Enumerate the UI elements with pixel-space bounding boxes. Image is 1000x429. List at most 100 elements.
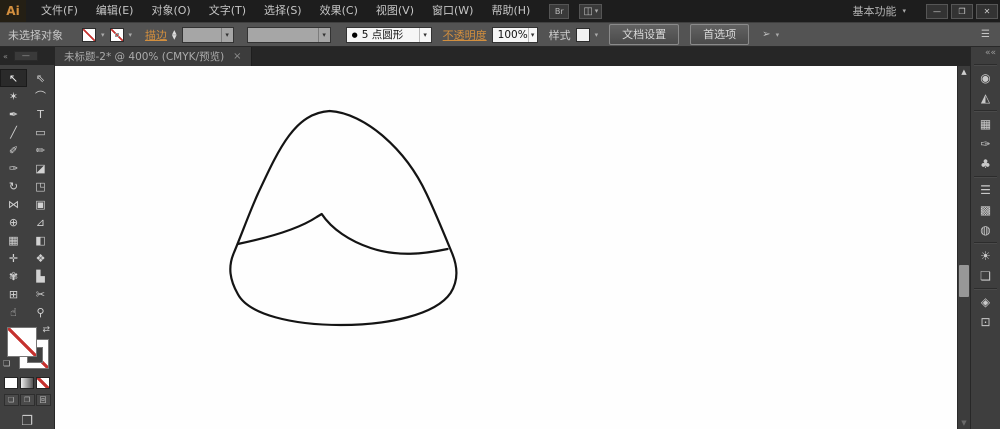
color-button[interactable] [4, 377, 18, 389]
menu-view[interactable]: 视图(V) [367, 0, 423, 22]
graphic-styles-panel-icon[interactable]: ❏ [971, 266, 1000, 286]
paintbrush-tool[interactable]: ✐ [0, 141, 27, 159]
menu-edit[interactable]: 编辑(E) [87, 0, 143, 22]
gradient-tool[interactable]: ◧ [27, 231, 54, 249]
fill-none-swatch[interactable] [82, 28, 96, 42]
hand-tool[interactable]: ☝ [0, 303, 27, 321]
brushes-panel-icon[interactable]: ✑ [971, 134, 1000, 154]
column-graph-tool[interactable]: ▙ [27, 267, 54, 285]
vertical-scrollbar[interactable]: ▲ ▼ [957, 66, 970, 429]
chevron-down-icon[interactable]: ▾ [101, 31, 105, 39]
gradient-panel-icon[interactable]: ▩ [971, 200, 1000, 220]
mesh-tool[interactable]: ▦ [0, 231, 27, 249]
stepper-down-icon[interactable]: ▼ [172, 35, 177, 40]
chevron-down-icon[interactable]: ▾ [595, 31, 599, 39]
draw-inside-mode[interactable]: 回 [36, 394, 51, 406]
menu-file[interactable]: 文件(F) [32, 0, 87, 22]
blend-tool[interactable]: ❖ [27, 249, 54, 267]
rotate-tool[interactable]: ↻ [0, 177, 27, 195]
chevron-down-icon[interactable]: ▾ [776, 31, 780, 39]
style-swatch[interactable] [576, 28, 590, 42]
blob-brush-tool[interactable]: ✑ [0, 159, 27, 177]
free-transform-tool[interactable]: ▣ [27, 195, 54, 213]
slice-tool[interactable]: ✂ [27, 285, 54, 303]
panel-dock: «« ◉◭ ▦✑♣ ☰▩◍ ☀❏ ◈⊡ [970, 47, 1000, 429]
document-tab[interactable]: 未标题-2* @ 400% (CMYK/预览) × [55, 47, 252, 66]
shape-builder-tool[interactable]: ⊕ [0, 213, 27, 231]
scrollbar-thumb[interactable] [959, 265, 969, 297]
close-button[interactable]: ✕ [976, 4, 998, 19]
restore-button[interactable]: ❐ [951, 4, 973, 19]
artboard-tool[interactable]: ⊞ [0, 285, 27, 303]
screen-mode-button[interactable]: ❐ [21, 414, 33, 429]
opacity-dropdown[interactable]: 100% ▾ [492, 27, 538, 43]
none-button[interactable] [36, 377, 50, 389]
width-tool-tool[interactable]: ⋈ [0, 195, 27, 213]
scroll-up-icon[interactable]: ▲ [958, 68, 970, 76]
scale-tool[interactable]: ◳ [27, 177, 54, 195]
stroke-weight-dropdown[interactable]: ▾ [182, 27, 234, 43]
scroll-down-icon[interactable]: ▼ [958, 419, 970, 427]
selection-tool[interactable]: ↖ [0, 69, 27, 87]
chevron-down-icon[interactable]: ▾ [129, 31, 133, 39]
menu-select[interactable]: 选择(S) [255, 0, 311, 22]
expand-panels-icon[interactable]: «« [971, 47, 1000, 62]
draw-behind-mode[interactable]: ❐ [20, 394, 35, 406]
width-profile-dropdown[interactable]: ▾ [247, 27, 331, 43]
stroke-panel-icon[interactable]: ☰ [971, 180, 1000, 200]
eraser-tool[interactable]: ◪ [27, 159, 54, 177]
default-fill-stroke-icon[interactable]: ❏ [3, 359, 10, 368]
control-panel-menu-icon[interactable]: ☰ [981, 29, 990, 40]
menu-object[interactable]: 对象(O) [142, 0, 199, 22]
pencil-tool[interactable]: ✏ [27, 141, 54, 159]
direct-selection-tool[interactable]: ⇖ [27, 69, 54, 87]
draw-normal-mode[interactable]: ❏ [4, 394, 19, 406]
type-tool[interactable]: T [27, 105, 54, 123]
symbol-sprayer-tool[interactable]: ✾ [0, 267, 27, 285]
minimize-button[interactable]: — [926, 4, 948, 19]
gradient-button[interactable] [20, 377, 34, 389]
color-guide-panel-icon[interactable]: ◭ [971, 88, 1000, 108]
magic-wand-tool[interactable]: ✶ [0, 87, 27, 105]
zoom-tool[interactable]: ⚲ [27, 303, 54, 321]
perspective-grid-tool[interactable]: ⊿ [27, 213, 54, 231]
preferences-button[interactable]: 首选项 [690, 24, 749, 45]
tools-panel-grip[interactable]: — [14, 51, 38, 61]
workspace-switcher-button[interactable]: ◫ ▾ [579, 4, 602, 19]
menu-help[interactable]: 帮助(H) [482, 0, 539, 22]
chevron-down-icon[interactable]: ▾ [419, 28, 431, 42]
workspace-selector[interactable]: 基本功能 [852, 3, 896, 19]
collapse-tools-icon[interactable]: « [3, 52, 8, 61]
artboards-panel-icon[interactable]: ⊡ [971, 312, 1000, 332]
bridge-button[interactable]: Br [549, 4, 569, 19]
line-segment-tool[interactable]: ╱ [0, 123, 27, 141]
chevron-down-icon[interactable]: ▾ [528, 28, 537, 42]
fill-swatch[interactable] [7, 327, 37, 357]
transparency-panel-icon[interactable]: ◍ [971, 220, 1000, 240]
menu-effect[interactable]: 效果(C) [311, 0, 367, 22]
window-controls: — ❐ ✕ [926, 4, 998, 19]
appearance-panel-icon[interactable]: ☀ [971, 246, 1000, 266]
lasso-tool[interactable]: ⌒ [27, 87, 54, 105]
color-panel-icon[interactable]: ◉ [971, 68, 1000, 88]
stroke-link[interactable]: 描边 [145, 27, 167, 43]
chevron-down-icon[interactable]: ▾ [221, 28, 233, 42]
pointer-flyout-icon[interactable]: ➢ [762, 29, 770, 40]
stroke-weight-stepper[interactable]: ▲ ▼ [172, 30, 177, 40]
rectangle-tool[interactable]: ▭ [27, 123, 54, 141]
menu-window[interactable]: 窗口(W) [423, 0, 482, 22]
swap-fill-stroke-icon[interactable]: ⇄ [42, 325, 50, 335]
eyedropper-tool[interactable]: ✛ [0, 249, 27, 267]
brush-definition-dropdown[interactable]: ● 5 点圆形 ▾ [346, 27, 432, 43]
canvas[interactable] [55, 66, 957, 429]
layers-panel-icon[interactable]: ◈ [971, 292, 1000, 312]
pen-tool[interactable]: ✒ [0, 105, 27, 123]
symbols-panel-icon[interactable]: ♣ [971, 154, 1000, 174]
chevron-down-icon[interactable]: ▾ [318, 28, 330, 42]
stroke-none-swatch[interactable] [110, 28, 124, 42]
tab-close-icon[interactable]: × [233, 51, 241, 62]
menu-type[interactable]: 文字(T) [200, 0, 255, 22]
document-setup-button[interactable]: 文档设置 [609, 24, 679, 45]
swatches-panel-icon[interactable]: ▦ [971, 114, 1000, 134]
opacity-link[interactable]: 不透明度 [443, 27, 487, 43]
